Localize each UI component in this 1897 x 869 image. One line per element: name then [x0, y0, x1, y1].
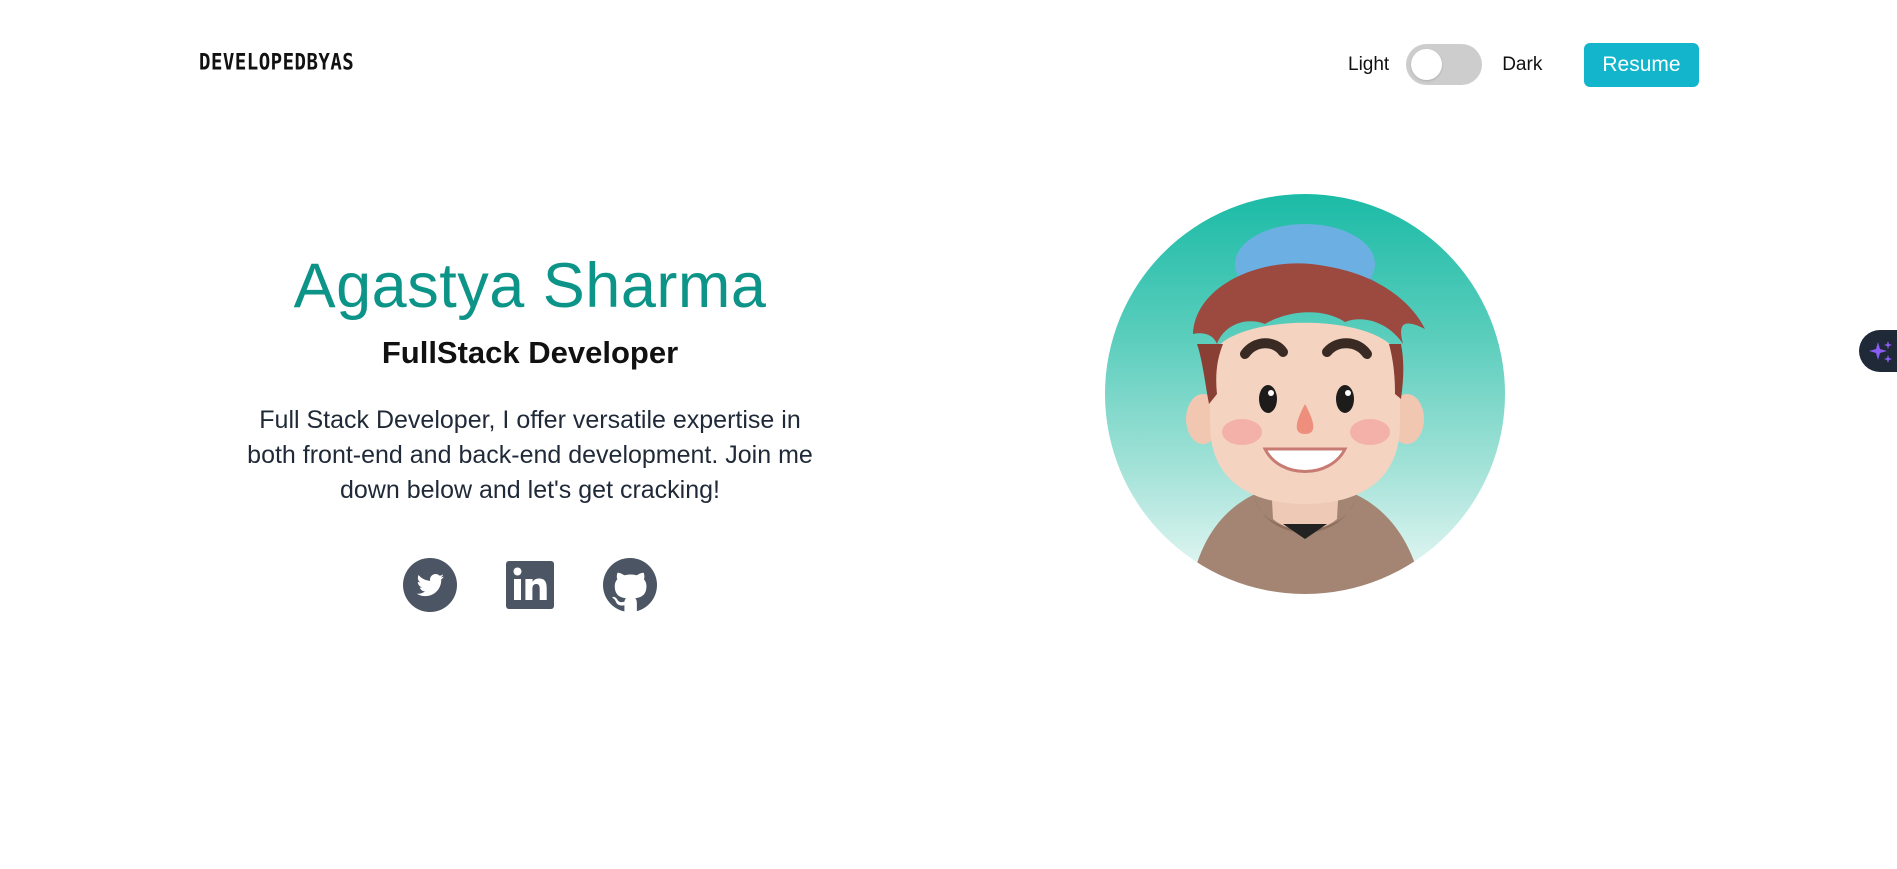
resume-button[interactable]: Resume — [1584, 43, 1699, 87]
avatar-illustration — [1186, 224, 1425, 594]
hero-text: Agastya Sharma FullStack Developer Full … — [230, 250, 830, 508]
github-icon — [603, 558, 657, 612]
twitter-link[interactable] — [403, 558, 457, 612]
twitter-icon — [403, 558, 457, 612]
toggle-knob — [1411, 49, 1443, 80]
linkedin-link[interactable] — [503, 558, 557, 612]
social-links — [403, 558, 657, 612]
theme-dark-label: Dark — [1502, 53, 1543, 75]
sparkles-icon — [1869, 341, 1892, 363]
hero-name: Agastya Sharma — [293, 251, 767, 321]
hero-role: FullStack Developer — [381, 335, 679, 370]
theme-light-label: Light — [1348, 53, 1390, 75]
linkedin-icon — [506, 561, 554, 609]
github-link[interactable] — [603, 558, 657, 612]
site-logo[interactable]: DEVELOPEDBYAS — [199, 50, 354, 75]
theme-switch: Light Dark — [1348, 44, 1542, 85]
hero-description: Full Stack Developer, I offer versatile … — [247, 406, 813, 504]
theme-toggle[interactable] — [1406, 44, 1483, 85]
avatar — [1105, 194, 1505, 594]
assistant-tab[interactable] — [1859, 330, 1897, 372]
